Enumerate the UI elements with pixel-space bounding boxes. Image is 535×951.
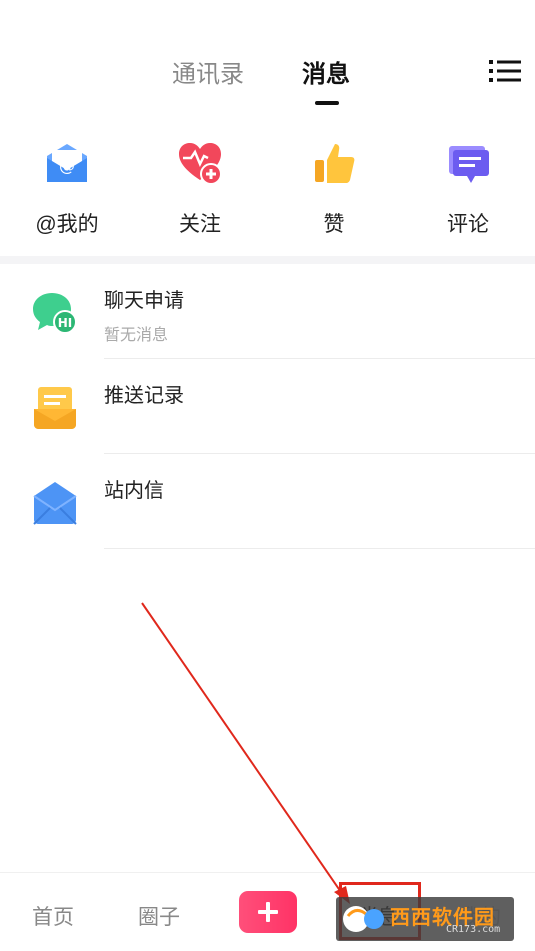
quick-action-label: 关注 [179, 213, 221, 236]
plus-icon [258, 902, 278, 922]
list-item-title: 站内信 [104, 480, 164, 502]
top-tab-bar: 通讯录 消息 [0, 0, 535, 120]
list-item-title: 聊天申请 [104, 290, 184, 312]
tab-messages[interactable]: 消息 [302, 54, 350, 89]
list-item-chat-request[interactable]: HI 聊天申请 暂无消息 [0, 264, 535, 359]
chat-hi-icon: HI [33, 293, 77, 334]
watermark-logo-icon [343, 906, 384, 932]
quick-action-label: 评论 [447, 213, 489, 236]
nav-circle[interactable]: 圈子 [138, 901, 180, 931]
message-list: HI 聊天申请 暂无消息 推送记录 站内信 [0, 264, 535, 549]
add-post-button[interactable] [239, 891, 297, 933]
list-menu-icon[interactable] [489, 60, 521, 82]
thumbs-up-icon [315, 144, 355, 183]
inbox-icon [34, 387, 76, 429]
quick-action-mentions[interactable]: @ @我的 [17, 140, 117, 240]
list-item-push-records[interactable]: 推送记录 [0, 359, 535, 454]
nav-home[interactable]: 首页 [32, 901, 74, 931]
quick-action-label: 赞 [323, 213, 345, 236]
active-tab-indicator [315, 101, 339, 105]
mention-icon: @ [47, 144, 87, 182]
svg-text:HI: HI [58, 316, 73, 330]
list-item-site-messages[interactable]: 站内信 [0, 454, 535, 549]
quick-action-follow[interactable]: 关注 [150, 140, 250, 240]
quick-action-comments[interactable]: 评论 [418, 140, 518, 240]
section-divider [0, 256, 535, 264]
envelope-icon [33, 482, 77, 525]
list-item-subtitle: 暂无消息 [104, 327, 169, 344]
watermark: 西西软件园 CR173.com [336, 897, 514, 941]
comment-icon [449, 146, 489, 183]
quick-action-likes[interactable]: 赞 [284, 140, 384, 240]
quick-actions-row: @ @我的 关注 赞 评论 [0, 140, 535, 250]
list-item-title: 推送记录 [104, 385, 184, 407]
tab-contacts[interactable]: 通讯录 [172, 54, 244, 89]
divider [104, 548, 535, 549]
svg-text:@: @ [59, 156, 75, 175]
heart-plus-icon [179, 143, 222, 185]
quick-action-label: @我的 [35, 213, 99, 236]
watermark-url: CR173.com [446, 924, 501, 935]
